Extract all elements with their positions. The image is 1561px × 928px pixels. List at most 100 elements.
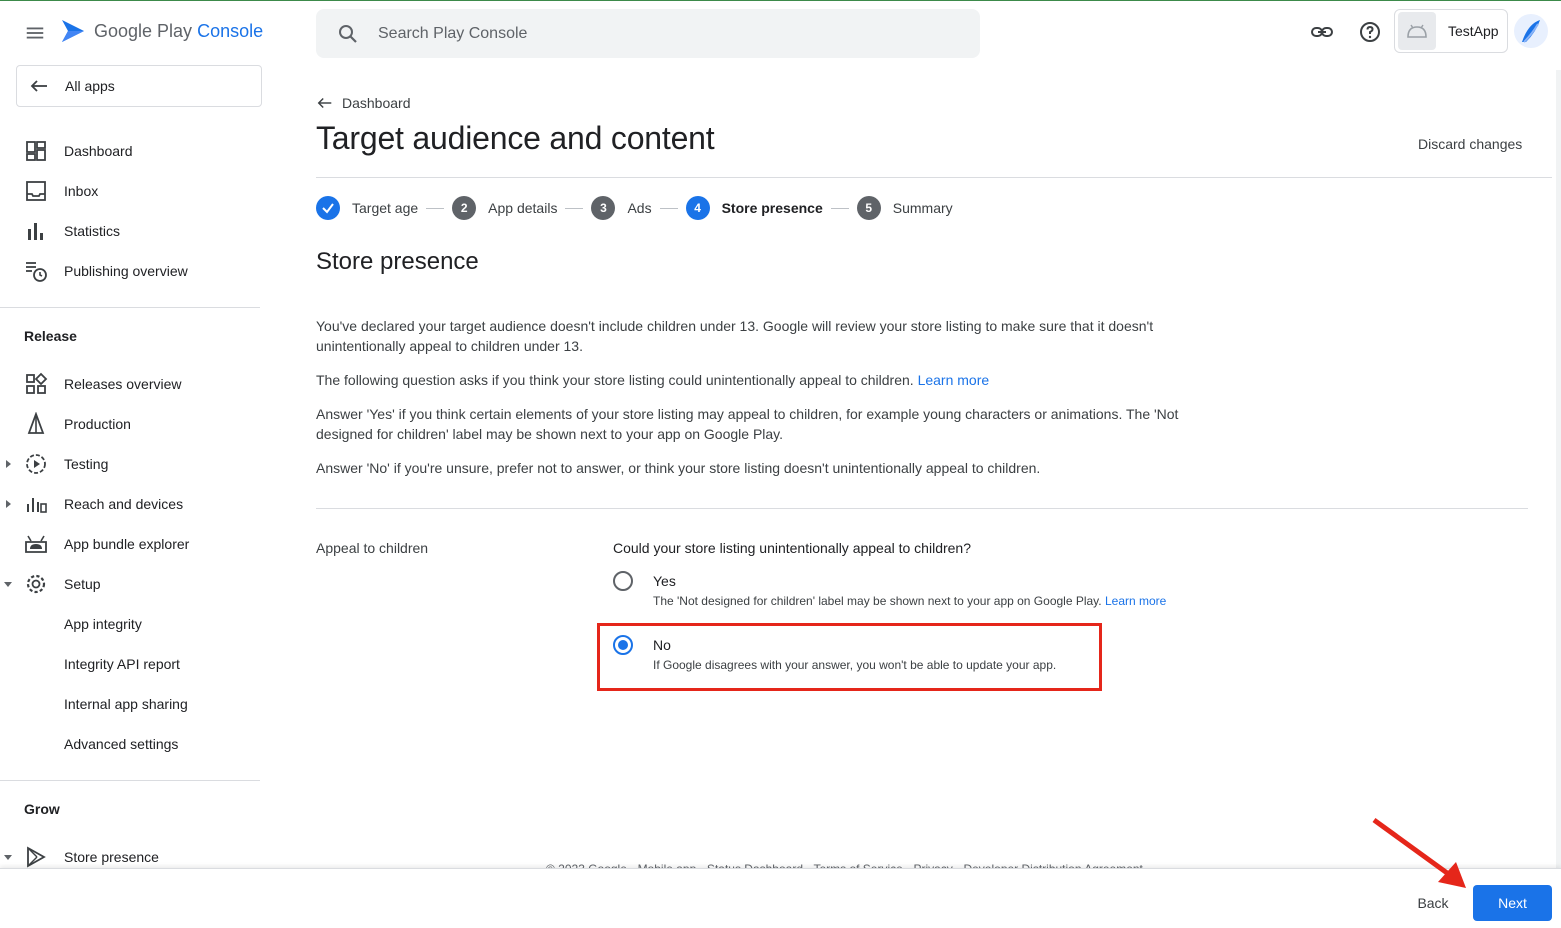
all-apps-button[interactable]: All apps [16, 65, 262, 107]
gear-icon [26, 574, 46, 594]
releases-overview-icon [26, 372, 48, 394]
sidebar-item-app-integrity[interactable]: App integrity [0, 604, 260, 644]
logo-text: Google Play Console [94, 20, 264, 41]
chevron-right-icon[interactable] [2, 498, 14, 510]
question-label: Could your store listing unintentionally… [613, 540, 971, 556]
app-name: TestApp [1448, 23, 1499, 39]
step-number: 4 [685, 196, 710, 220]
chevron-down-icon[interactable] [2, 578, 14, 590]
option-yes-help-text: The 'Not designed for children' label ma… [653, 594, 1102, 608]
option-yes-label[interactable]: Yes [653, 573, 676, 589]
production-icon [27, 412, 45, 434]
step-label: Ads [627, 200, 652, 216]
reach-devices-icon [27, 498, 47, 513]
question-explainer-text: The following question asks if you think… [316, 372, 914, 388]
radio-yes[interactable] [613, 571, 633, 591]
sidebar-item-label: Setup [64, 576, 101, 592]
highlight-annotation-box [597, 623, 1102, 691]
sidebar-item-label: Reach and devices [64, 496, 184, 512]
sidebar-item-inbox[interactable]: Inbox [0, 171, 260, 211]
top-accent-line [0, 0, 1561, 1]
bottom-action-bar [0, 868, 1561, 928]
sidebar-item-label: Releases overview [64, 376, 182, 392]
sidebar-item-label: Dashboard [64, 143, 133, 159]
sidebar-item-label: Inbox [64, 183, 99, 199]
step-target-age[interactable]: Target age [316, 196, 418, 220]
android-icon [1398, 12, 1436, 50]
play-console-logo[interactable]: Google Play Console [60, 18, 263, 44]
statistics-icon [28, 223, 43, 240]
breadcrumb-label: Dashboard [342, 95, 411, 111]
stepper: Target age 2 App details 3 Ads 4 Store p… [316, 196, 953, 220]
step-label: Store presence [721, 200, 823, 216]
sidebar-item-publishing-overview[interactable]: Publishing overview [0, 251, 260, 291]
sidebar-item-label: Internal app sharing [64, 696, 188, 712]
learn-more-link[interactable]: Learn more [918, 372, 990, 388]
sidebar-divider [0, 780, 260, 781]
chevron-right-icon[interactable] [2, 458, 14, 470]
sidebar-item-label: Integrity API report [64, 656, 180, 672]
question-explainer: The following question asks if you think… [316, 370, 1216, 390]
step-connector [426, 207, 445, 209]
learn-more-link[interactable]: Learn more [1105, 594, 1166, 608]
dashboard-icon [26, 141, 46, 161]
all-apps-label: All apps [65, 78, 115, 94]
breadcrumb[interactable]: Dashboard [316, 94, 411, 112]
sidebar-item-releases-overview[interactable]: Releases overview [0, 364, 260, 404]
avatar[interactable] [1514, 14, 1548, 48]
sidebar-item-dashboard[interactable]: Dashboard [0, 131, 260, 171]
sidebar-item-setup[interactable]: Setup [0, 564, 260, 604]
sidebar-item-label: Testing [64, 456, 109, 472]
yes-guidance: Answer 'Yes' if you think certain elemen… [316, 406, 1179, 442]
sidebar-item-advanced-settings[interactable]: Advanced settings [0, 724, 260, 764]
inbox-icon [26, 181, 46, 201]
no-guidance: Answer 'No' if you're unsure, prefer not… [316, 460, 1041, 476]
step-ads[interactable]: 3 Ads [591, 196, 652, 220]
step-summary[interactable]: 5 Summary [856, 196, 953, 220]
sidebar-item-app-bundle-explorer[interactable]: App bundle explorer [0, 524, 260, 564]
step-connector [565, 207, 584, 209]
sidebar-item-internal-app-sharing[interactable]: Internal app sharing [0, 684, 260, 724]
help-icon[interactable] [1358, 20, 1382, 44]
sidebar-item-label: Statistics [64, 223, 121, 239]
sidebar-item-integrity-api-report[interactable]: Integrity API report [0, 644, 260, 684]
step-store-presence[interactable]: 4 Store presence [685, 196, 823, 220]
sidebar-item-label: Store presence [64, 849, 159, 865]
step-connector [830, 207, 849, 209]
search-icon [339, 24, 357, 43]
sidebar-section-release: Release [24, 328, 77, 344]
page-title: Target audience and content [316, 120, 715, 156]
sidebar-item-label: App integrity [64, 616, 142, 632]
play-console-logo-icon [62, 20, 84, 42]
search-input[interactable]: Search Play Console [378, 25, 527, 43]
app-selector[interactable]: TestApp [1394, 9, 1508, 53]
step-number: 3 [591, 196, 616, 220]
step-app-details[interactable]: 2 App details [452, 196, 557, 220]
store-presence-icon [27, 846, 46, 868]
sidebar-item-testing[interactable]: Testing [0, 444, 260, 484]
check-icon [316, 196, 340, 220]
discard-changes-button[interactable]: Discard changes [1418, 136, 1522, 152]
search-bar[interactable]: Search Play Console [316, 9, 980, 58]
publishing-overview-icon [26, 262, 47, 282]
next-button[interactable]: Next [1473, 885, 1552, 921]
annotation-arrow-icon [1372, 817, 1466, 888]
sidebar-item-production[interactable]: Production [0, 404, 260, 444]
link-icon[interactable] [1310, 20, 1334, 44]
chevron-down-icon[interactable] [2, 851, 14, 863]
sidebar-item-label: Production [64, 416, 131, 432]
step-label: App details [488, 200, 558, 216]
step-number: 2 [452, 196, 477, 220]
option-yes-help: The 'Not designed for children' label ma… [653, 594, 1166, 608]
sidebar-item-label: Publishing overview [64, 263, 188, 279]
field-label: Appeal to children [316, 540, 429, 556]
menu-icon[interactable] [24, 22, 46, 44]
sidebar-item-reach-and-devices[interactable]: Reach and devices [0, 484, 260, 524]
sidebar-item-statistics[interactable]: Statistics [0, 211, 260, 251]
arrow-back-icon [30, 80, 47, 92]
sidebar-section-grow: Grow [24, 801, 60, 817]
step-number: 5 [856, 196, 881, 220]
scrollbar[interactable] [1556, 70, 1561, 868]
content-divider [316, 508, 1528, 509]
title-divider [316, 177, 1552, 178]
